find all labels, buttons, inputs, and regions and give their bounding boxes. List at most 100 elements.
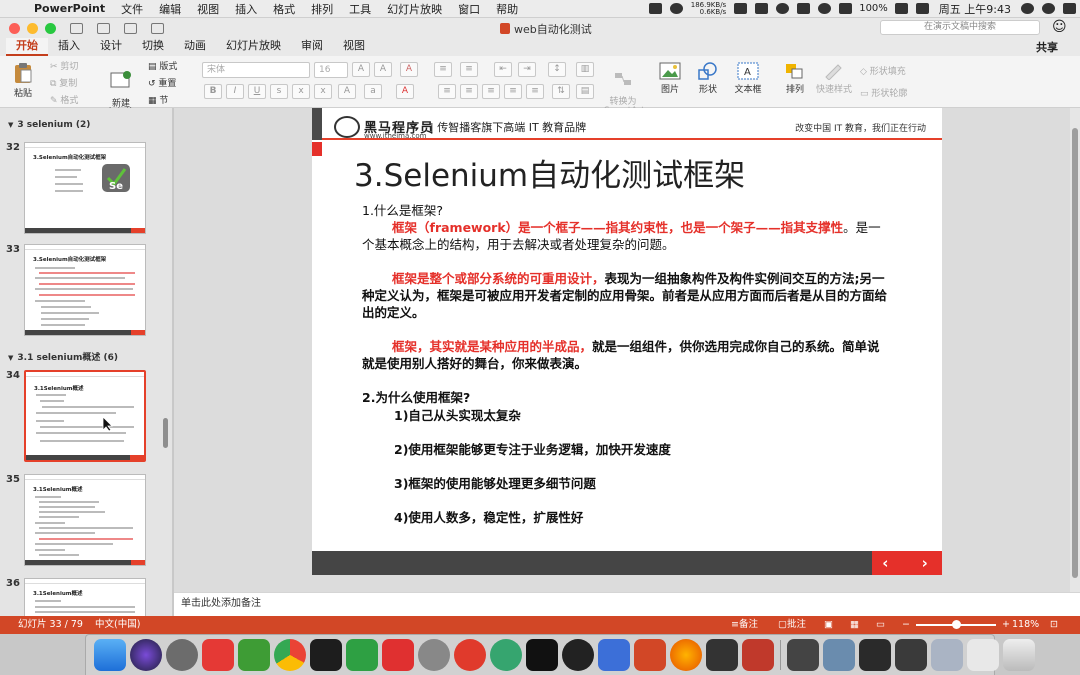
align-right-icon[interactable]: ≡ [482, 84, 500, 99]
window-thumbnail-icon[interactable] [859, 639, 891, 671]
numbering-icon[interactable]: ≡ [460, 62, 478, 77]
columns-icon[interactable]: ▥ [576, 62, 594, 77]
copy-button[interactable]: ⧉ 复制 [50, 76, 77, 89]
comments-toggle-button[interactable]: ▢ 批注 [778, 616, 806, 634]
textbox-button[interactable]: A 文本框 [732, 62, 764, 95]
window-thumbnail-icon[interactable] [823, 639, 855, 671]
underline-icon[interactable]: U [248, 84, 266, 99]
arrange-button[interactable]: 排列 [782, 62, 808, 95]
distributed-icon[interactable]: ≡ [526, 84, 544, 99]
sidebar-scrollbar[interactable] [163, 418, 168, 448]
powerpoint-icon[interactable] [634, 639, 666, 671]
section-button[interactable]: ▦ 节 [148, 93, 168, 106]
layout-button[interactable]: ▤ 版式 [148, 59, 177, 72]
slide-thumbnail-36[interactable]: 3.1Selenium概述 [24, 578, 146, 616]
notes-toggle-button[interactable]: ≡ 备注 [731, 616, 758, 634]
feedback-smiley-icon[interactable]: ☺ [1052, 19, 1067, 35]
format-painter-button[interactable]: ✎ 格式 [50, 93, 78, 106]
menu-insert[interactable]: 插入 [227, 1, 265, 17]
save-icon[interactable] [97, 22, 110, 34]
current-slide[interactable]: 黑马程序员 www.itheima.com | 传智播客旗下高端 IT 教育品牌… [312, 108, 942, 575]
obs-icon[interactable] [562, 639, 594, 671]
window-thumbnail-icon[interactable] [895, 639, 927, 671]
text-direction-icon[interactable]: ⇅ [552, 84, 570, 99]
network-speed[interactable]: 186.9KB/s 0.6KB/s [691, 1, 726, 16]
window-thumbnail-icon[interactable] [931, 639, 963, 671]
g-app-icon[interactable] [382, 639, 414, 671]
zoom-slider[interactable]: − + [902, 616, 1010, 634]
shape-button[interactable]: 形状 [694, 62, 722, 95]
menu-file[interactable]: 文件 [113, 1, 151, 17]
system-preferences-icon[interactable] [418, 639, 450, 671]
finder-icon[interactable] [94, 639, 126, 671]
atom-icon[interactable] [490, 639, 522, 671]
app-icon[interactable] [734, 3, 748, 14]
bullets-icon[interactable]: ≡ [434, 62, 452, 77]
search-input[interactable]: 在演示文稿中搜索 [880, 20, 1040, 35]
disclosure-triangle-icon[interactable]: ▼ [8, 121, 13, 129]
normal-view-icon[interactable]: ▣ [824, 616, 833, 634]
picture-button[interactable]: 图片 [656, 62, 684, 95]
subscript-icon[interactable]: x [314, 84, 332, 99]
shape-fill-button[interactable]: ◇ 形状填充 [860, 64, 906, 77]
shrink-font-icon[interactable]: A [374, 62, 392, 77]
line-spacing-icon[interactable]: ↕ [548, 62, 566, 77]
wifi-icon[interactable] [818, 3, 832, 14]
zoom-window-button[interactable] [45, 22, 56, 34]
screen-capture-icon[interactable] [598, 639, 630, 671]
fit-slide-icon[interactable]: ⊡ [1050, 616, 1058, 634]
chrome-icon[interactable] [274, 639, 306, 671]
slide-thumbnail-33[interactable]: 3.Selenium自动化测试框架 [24, 244, 146, 336]
terminal-icon[interactable] [526, 639, 558, 671]
grow-font-icon[interactable]: A [352, 62, 370, 77]
change-case-icon[interactable]: a [364, 84, 382, 99]
wechat-icon[interactable] [669, 3, 683, 14]
superscript-icon[interactable]: x [292, 84, 310, 99]
airplay-icon[interactable] [839, 3, 853, 14]
align-center-icon[interactable]: ≡ [460, 84, 478, 99]
tool-icon[interactable] [797, 3, 811, 14]
xmarks-icon[interactable] [742, 639, 774, 671]
slide-title[interactable]: 3.Selenium自动化测试框架 [354, 150, 745, 195]
increase-indent-icon[interactable]: ⇥ [518, 62, 536, 77]
menu-slideshow[interactable]: 幻灯片放映 [379, 1, 450, 17]
slide-thumbnail-pane[interactable]: ▼ 3 selenium (2) 32 3.Selenium自动化测试框架 Se … [0, 108, 173, 616]
firefox-icon[interactable] [670, 639, 702, 671]
section-header-selenium[interactable]: ▼ 3 selenium (2) [8, 120, 90, 130]
close-window-button[interactable] [9, 22, 20, 34]
user-icon[interactable] [1021, 3, 1034, 14]
clock[interactable]: 周五 上午9:43 [939, 1, 1011, 17]
strikethrough-icon[interactable]: s [270, 84, 288, 99]
paste-button[interactable]: 粘贴 [8, 62, 38, 99]
list-icon[interactable] [1063, 3, 1076, 14]
italic-icon[interactable]: I [226, 84, 244, 99]
sublime-icon[interactable] [706, 639, 738, 671]
font-size-select[interactable]: 16 [314, 62, 348, 78]
shield-icon[interactable] [648, 3, 662, 14]
window-icon[interactable] [755, 3, 769, 14]
section-header-overview[interactable]: ▼ 3.1 selenium概述 (6) [8, 350, 118, 363]
evernote-icon[interactable] [238, 639, 270, 671]
menu-edit[interactable]: 编辑 [151, 1, 189, 17]
menu-app-name[interactable]: PowerPoint [26, 2, 113, 15]
font-color-icon[interactable]: A [396, 84, 414, 99]
char-spacing-icon[interactable]: A [338, 84, 356, 99]
tab-design[interactable]: 设计 [90, 38, 132, 56]
minimize-window-button[interactable] [27, 22, 38, 34]
battery-icon[interactable] [894, 3, 908, 14]
slide-thumbnail-34[interactable]: 3.1Selenium概述 [24, 370, 146, 462]
scissors-icon[interactable] [776, 3, 790, 14]
reading-view-icon[interactable]: ▭ [876, 616, 885, 634]
menu-help[interactable]: 帮助 [488, 1, 526, 17]
xmind-icon[interactable] [202, 639, 234, 671]
language-indicator[interactable]: 中文(中国) [95, 616, 140, 634]
launchpad-icon[interactable] [166, 639, 198, 671]
netease-music-icon[interactable] [454, 639, 486, 671]
sorter-view-icon[interactable]: ▦ [850, 616, 859, 634]
battery-percent[interactable]: 100% [859, 3, 888, 14]
doc-thumbnail-icon[interactable] [787, 639, 819, 671]
menu-view[interactable]: 视图 [189, 1, 227, 17]
tab-insert[interactable]: 插入 [48, 38, 90, 56]
menu-tools[interactable]: 工具 [341, 1, 379, 17]
redo-icon[interactable] [151, 22, 164, 34]
